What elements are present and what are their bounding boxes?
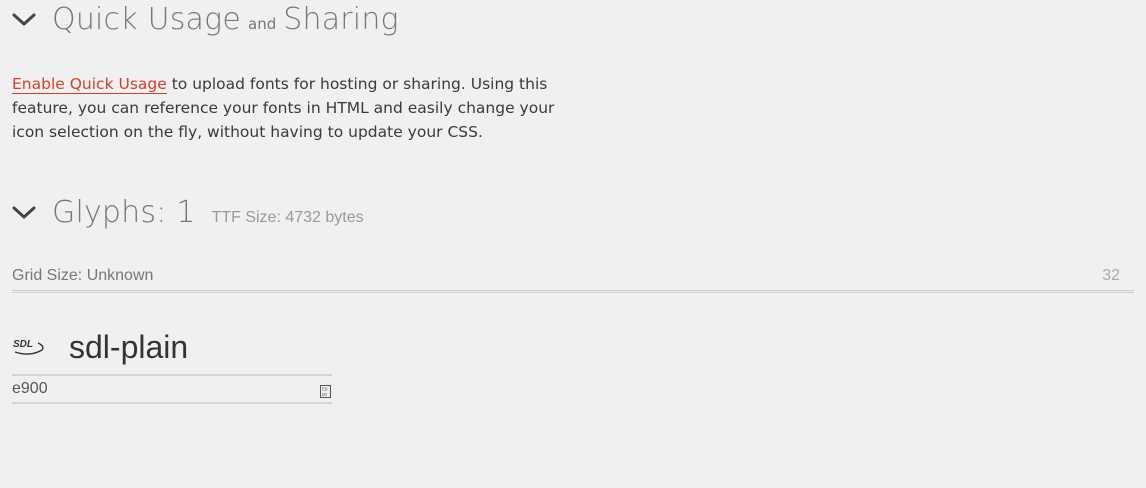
glyph-code-field: E9 00 <box>12 374 332 404</box>
quick-usage-title-and: and <box>248 15 277 33</box>
glyph-item[interactable]: SDL sdl-plain <box>12 322 332 372</box>
glyphs-title: Glyphs: 1 <box>52 195 196 230</box>
unicode-icon[interactable]: E9 00 <box>320 383 331 398</box>
glyphs-header: Glyphs: 1 TTF Size: 4732 bytes <box>12 195 364 230</box>
enable-quick-usage-link[interactable]: Enable Quick Usage <box>12 75 167 94</box>
sdl-logo-icon: SDL <box>12 335 46 359</box>
chevron-down-icon[interactable] <box>12 8 36 32</box>
grid-size-value[interactable]: 32 <box>1102 267 1120 285</box>
glyph-card: SDL sdl-plain E9 00 <box>12 322 332 404</box>
ttf-size-label: TTF Size: 4732 bytes <box>211 209 364 226</box>
svg-text:SDL: SDL <box>13 339 33 350</box>
glyph-name: sdl-plain <box>69 328 189 365</box>
svg-text:E9: E9 <box>322 387 328 392</box>
grid-size-bar: Grid Size: Unknown 32 <box>12 262 1134 293</box>
svg-text:00: 00 <box>322 392 328 397</box>
quick-usage-title: Quick Usage <box>52 2 241 37</box>
grid-size-label: Grid Size: Unknown <box>12 267 154 284</box>
quick-usage-description: Enable Quick Usage to upload fonts for h… <box>12 72 582 144</box>
quick-usage-header: Quick Usage and Sharing <box>12 2 399 37</box>
glyph-code-input[interactable] <box>12 380 302 398</box>
chevron-down-icon[interactable] <box>12 201 36 225</box>
quick-usage-title-sharing: Sharing <box>283 2 399 37</box>
